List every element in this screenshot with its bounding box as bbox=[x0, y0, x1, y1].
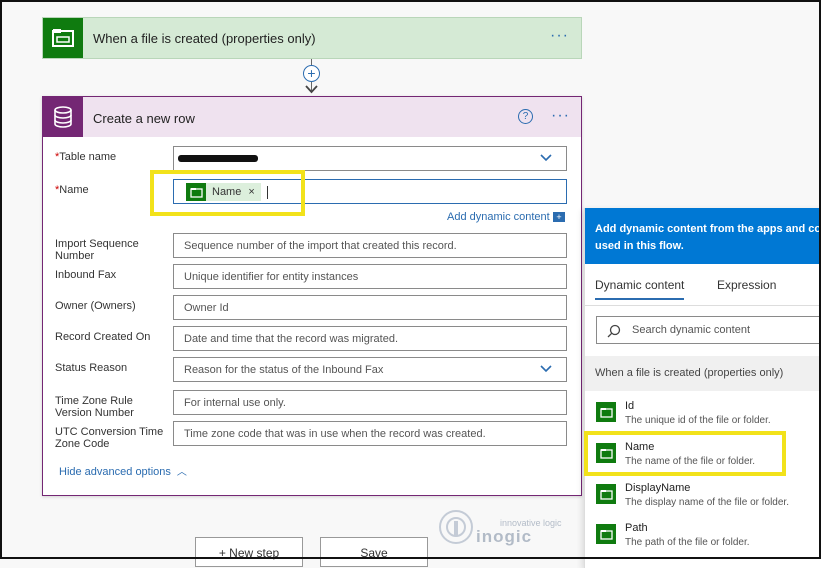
import-sequence-input[interactable]: Sequence number of the import that creat… bbox=[173, 233, 567, 258]
chevron-down-icon bbox=[540, 365, 552, 373]
card-title: Create a new row bbox=[93, 111, 195, 126]
arrow-down-icon bbox=[305, 85, 318, 94]
group-header: When a file is created (properties only) bbox=[585, 356, 821, 391]
inbound-fax-input[interactable]: Unique identifier for entity instances bbox=[173, 264, 567, 289]
dynamic-item-desc: The display name of the file or folder. bbox=[625, 497, 789, 508]
panel-tabs: Dynamic content Expression bbox=[585, 264, 821, 306]
redacted-value bbox=[178, 155, 258, 162]
trigger-more-button[interactable]: ··· bbox=[550, 27, 569, 45]
dynamic-item-name: DisplayName bbox=[625, 482, 691, 494]
dynamic-item-name: Id bbox=[625, 400, 635, 412]
tab-expression[interactable]: Expression bbox=[717, 278, 776, 292]
add-dynamic-content-icon[interactable]: + bbox=[553, 212, 565, 222]
inogic-logo-icon bbox=[439, 510, 473, 544]
create-row-card: Create a new row ? ··· *Table name *Name… bbox=[42, 96, 582, 496]
trigger-title: When a file is created (properties only) bbox=[93, 31, 316, 46]
name-item-highlight bbox=[584, 431, 786, 476]
utc-code-input[interactable]: Time zone code that was in use when the … bbox=[173, 421, 567, 446]
owner-placeholder: Owner Id bbox=[184, 302, 229, 314]
sharepoint-folder-icon bbox=[43, 18, 83, 58]
sharepoint-folder-icon bbox=[596, 524, 616, 544]
record-created-label: Record Created On bbox=[55, 331, 151, 343]
search-placeholder: Search dynamic content bbox=[632, 324, 751, 336]
table-name-dropdown[interactable] bbox=[173, 146, 567, 171]
new-step-button[interactable]: + New step bbox=[195, 537, 303, 567]
dynamic-content-panel: Add dynamic content from the apps and co… bbox=[584, 208, 821, 568]
status-reason-label: Status Reason bbox=[55, 362, 128, 374]
dynamic-item-displayname[interactable]: DisplayName The display name of the file… bbox=[585, 477, 821, 517]
status-reason-placeholder: Reason for the status of the Inbound Fax bbox=[184, 364, 384, 376]
search-dynamic-content-input[interactable]: Search dynamic content bbox=[596, 316, 821, 344]
tz-rule-input[interactable]: For internal use only. bbox=[173, 390, 567, 415]
panel-header: Add dynamic content from the apps and co… bbox=[585, 208, 821, 264]
import-sequence-label: Import Sequence Number bbox=[55, 238, 139, 262]
card-more-button[interactable]: ··· bbox=[551, 107, 570, 125]
hide-advanced-options-link[interactable]: Hide advanced options ︿ bbox=[59, 463, 187, 478]
tab-dynamic-content[interactable]: Dynamic content bbox=[595, 278, 685, 300]
sharepoint-folder-icon bbox=[596, 484, 616, 504]
help-icon[interactable]: ? bbox=[518, 109, 533, 124]
hide-advanced-label: Hide advanced options bbox=[59, 466, 171, 478]
inogic-watermark: innovative logic inogic bbox=[438, 505, 578, 549]
search-icon bbox=[607, 324, 621, 338]
status-reason-dropdown[interactable]: Reason for the status of the Inbound Fax bbox=[173, 357, 567, 382]
name-field-highlight bbox=[150, 170, 305, 216]
dynamic-item-desc: The path of the file or folder. bbox=[625, 537, 750, 548]
dynamic-item-path[interactable]: Path The path of the file or folder. bbox=[585, 517, 821, 557]
record-created-input[interactable]: Date and time that the record was migrat… bbox=[173, 326, 567, 351]
sharepoint-folder-icon bbox=[596, 402, 616, 422]
database-icon bbox=[43, 97, 83, 137]
watermark-brand: inogic bbox=[476, 527, 533, 546]
dynamic-item-name: Path bbox=[625, 522, 648, 534]
inbound-fax-placeholder: Unique identifier for entity instances bbox=[184, 271, 359, 283]
owner-label: Owner (Owners) bbox=[55, 300, 136, 312]
trigger-card[interactable]: When a file is created (properties only)… bbox=[42, 17, 582, 59]
tz-rule-label: Time Zone Rule Version Number bbox=[55, 395, 134, 419]
chevron-down-icon bbox=[540, 154, 552, 162]
record-created-placeholder: Date and time that the record was migrat… bbox=[184, 333, 398, 345]
insert-step-button[interactable]: + bbox=[303, 65, 320, 82]
dynamic-item-desc: The unique id of the file or folder. bbox=[625, 415, 771, 426]
dynamic-item-id[interactable]: Id The unique id of the file or folder. bbox=[585, 395, 821, 435]
card-header[interactable]: Create a new row ? ··· bbox=[43, 97, 581, 137]
inbound-fax-label: Inbound Fax bbox=[55, 269, 117, 281]
table-name-label: *Table name bbox=[55, 151, 117, 163]
tz-rule-placeholder: For internal use only. bbox=[184, 397, 286, 409]
chevron-up-icon: ︿ bbox=[176, 467, 187, 478]
save-button[interactable]: Save bbox=[320, 537, 428, 567]
utc-code-placeholder: Time zone code that was in use when the … bbox=[184, 428, 486, 440]
owner-input[interactable]: Owner Id bbox=[173, 295, 567, 320]
utc-code-label: UTC Conversion Time Zone Code bbox=[55, 426, 164, 450]
import-sequence-placeholder: Sequence number of the import that creat… bbox=[184, 240, 457, 252]
add-dynamic-content-link[interactable]: Add dynamic content bbox=[447, 211, 550, 223]
